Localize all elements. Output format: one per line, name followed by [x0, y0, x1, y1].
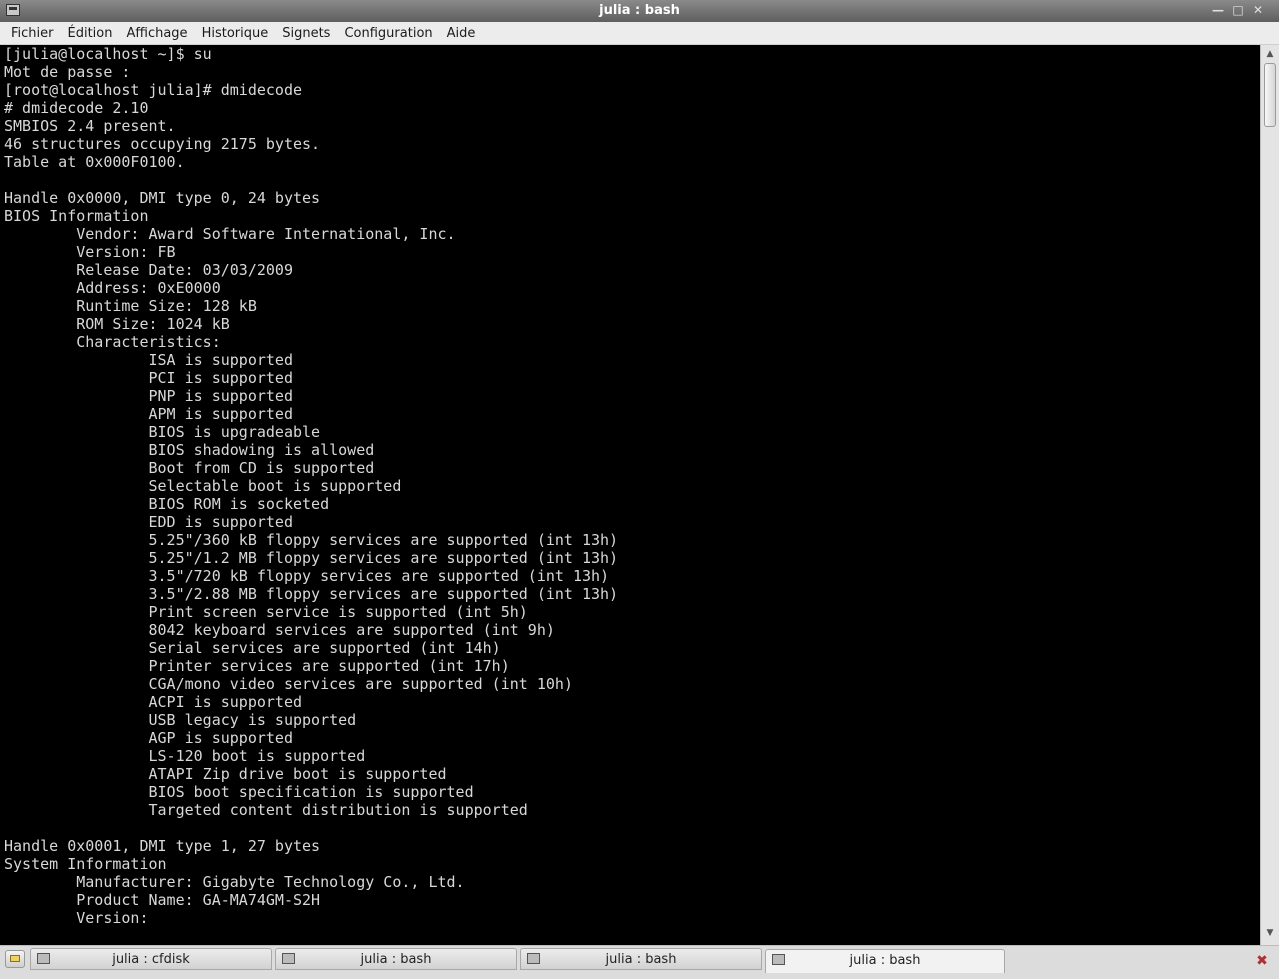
terminal-line: PNP is supported	[4, 387, 293, 405]
terminal-line: 46 structures occupying 2175 bytes.	[4, 135, 321, 153]
terminal-line: Characteristics:	[4, 333, 221, 351]
maximize-icon[interactable]: □	[1230, 2, 1246, 18]
terminal-output[interactable]: [julia@localhost ~]$ su Mot de passe : [ro…	[0, 45, 1260, 945]
menu-edition[interactable]: Édition	[61, 22, 120, 45]
tab-label: julia : bash	[849, 953, 921, 968]
terminal-line: SMBIOS 2.4 present.	[4, 117, 176, 135]
terminal-line: Runtime Size: 128 kB	[4, 297, 257, 315]
tab-label: julia : bash	[605, 952, 677, 967]
menu-bar: Fichier Édition Affichage Historique Signets…	[0, 22, 1279, 45]
terminal-line: ATAPI Zip drive boot is supported	[4, 765, 447, 783]
menu-affichage[interactable]: Affichage	[119, 22, 194, 45]
terminal-line: CGA/mono video services are supported (i…	[4, 675, 573, 693]
new-tab-icon[interactable]	[5, 950, 25, 968]
terminal-line: 8042 keyboard services are supported (in…	[4, 621, 555, 639]
scroll-up-icon[interactable]: ▲	[1264, 48, 1276, 60]
scrollbar-thumb[interactable]	[1264, 63, 1276, 127]
tab-label: julia : cfdisk	[112, 952, 190, 967]
tab-label: julia : bash	[360, 952, 432, 967]
terminal-line: BIOS is upgradeable	[4, 423, 321, 441]
terminal-line: Targeted content distribution is support…	[4, 801, 528, 819]
terminal-line: Product Name: GA-MA74GM-S2H	[4, 891, 321, 909]
terminal-line: Version:	[4, 909, 158, 927]
menu-historique[interactable]: Historique	[195, 22, 276, 45]
terminal-line: Manufacturer: Gigabyte Technology Co., L…	[4, 873, 465, 891]
terminal-line: EDD is supported	[4, 513, 293, 531]
terminal-line: 5.25"/360 kB floppy services are support…	[4, 531, 619, 549]
menu-aide[interactable]: Aide	[440, 22, 483, 45]
terminal-line: [julia@localhost ~]$ su	[4, 45, 212, 63]
terminal-line: Selectable boot is supported	[4, 477, 402, 495]
terminal-line: BIOS boot specification is supported	[4, 783, 474, 801]
terminal-line: Serial services are supported (int 14h)	[4, 639, 501, 657]
title-bar: julia : bash — □ ✕	[0, 0, 1279, 22]
terminal-line: Print screen service is supported (int 5…	[4, 603, 528, 621]
terminal-line: BIOS Information	[4, 207, 149, 225]
terminal-line: Address: 0xE0000	[4, 279, 221, 297]
terminal-line: LS-120 boot is supported	[4, 747, 366, 765]
scroll-down-icon[interactable]: ▼	[1264, 927, 1276, 939]
terminal-line: [root@localhost julia]# dmidecode	[4, 81, 303, 99]
tab-bar: julia : cfdisk julia : bash julia : bash…	[0, 945, 1279, 979]
terminal-line: APM is supported	[4, 405, 293, 423]
tab-julia-bash-3[interactable]: julia : bash	[765, 949, 1005, 973]
terminal-line: PCI is supported	[4, 369, 293, 387]
terminal-line: Handle 0x0001, DMI type 1, 27 bytes	[4, 837, 321, 855]
close-icon[interactable]: ✕	[1250, 2, 1266, 18]
close-tab-icon[interactable]: ✖	[1253, 952, 1271, 970]
menu-configuration[interactable]: Configuration	[337, 22, 439, 45]
terminal-line: 5.25"/1.2 MB floppy services are support…	[4, 549, 619, 567]
vertical-scrollbar[interactable]: ▲ ▼	[1260, 45, 1279, 945]
terminal-line: AGP is supported	[4, 729, 293, 747]
terminal-line: 3.5"/2.88 MB floppy services are support…	[4, 585, 619, 603]
terminal-line: Table at 0x000F0100.	[4, 153, 185, 171]
terminal-line: 3.5"/720 kB floppy services are supporte…	[4, 567, 610, 585]
terminal-line: Version: FB	[4, 243, 176, 261]
menu-fichier[interactable]: Fichier	[4, 22, 61, 45]
terminal-line: # dmidecode 2.10	[4, 99, 149, 117]
window-title: julia : bash	[599, 3, 680, 18]
tab-julia-cfdisk[interactable]: julia : cfdisk	[30, 948, 272, 970]
terminal-line: ACPI is supported	[4, 693, 303, 711]
terminal-line: Vendor: Award Software International, In…	[4, 225, 456, 243]
terminal-line: ROM Size: 1024 kB	[4, 315, 230, 333]
terminal-text: [julia@localhost ~]$ su Mot de passe : [ro…	[0, 45, 1260, 927]
menu-signets[interactable]: Signets	[275, 22, 337, 45]
terminal-line: BIOS ROM is socketed	[4, 495, 330, 513]
minimize-icon[interactable]: —	[1210, 2, 1226, 18]
terminal-line: Release Date: 03/03/2009	[4, 261, 293, 279]
terminal-line: Mot de passe :	[4, 63, 131, 81]
terminal-line: BIOS shadowing is allowed	[4, 441, 375, 459]
terminal-line: Printer services are supported (int 17h)	[4, 657, 510, 675]
terminal-line: USB legacy is supported	[4, 711, 357, 729]
terminal-line: System Information	[4, 855, 167, 873]
terminal-line: Handle 0x0000, DMI type 0, 24 bytes	[4, 189, 321, 207]
tab-julia-bash-2[interactable]: julia : bash	[520, 948, 762, 970]
tab-julia-bash-1[interactable]: julia : bash	[275, 948, 517, 970]
terminal-line: ISA is supported	[4, 351, 293, 369]
terminal-line: Boot from CD is supported	[4, 459, 375, 477]
